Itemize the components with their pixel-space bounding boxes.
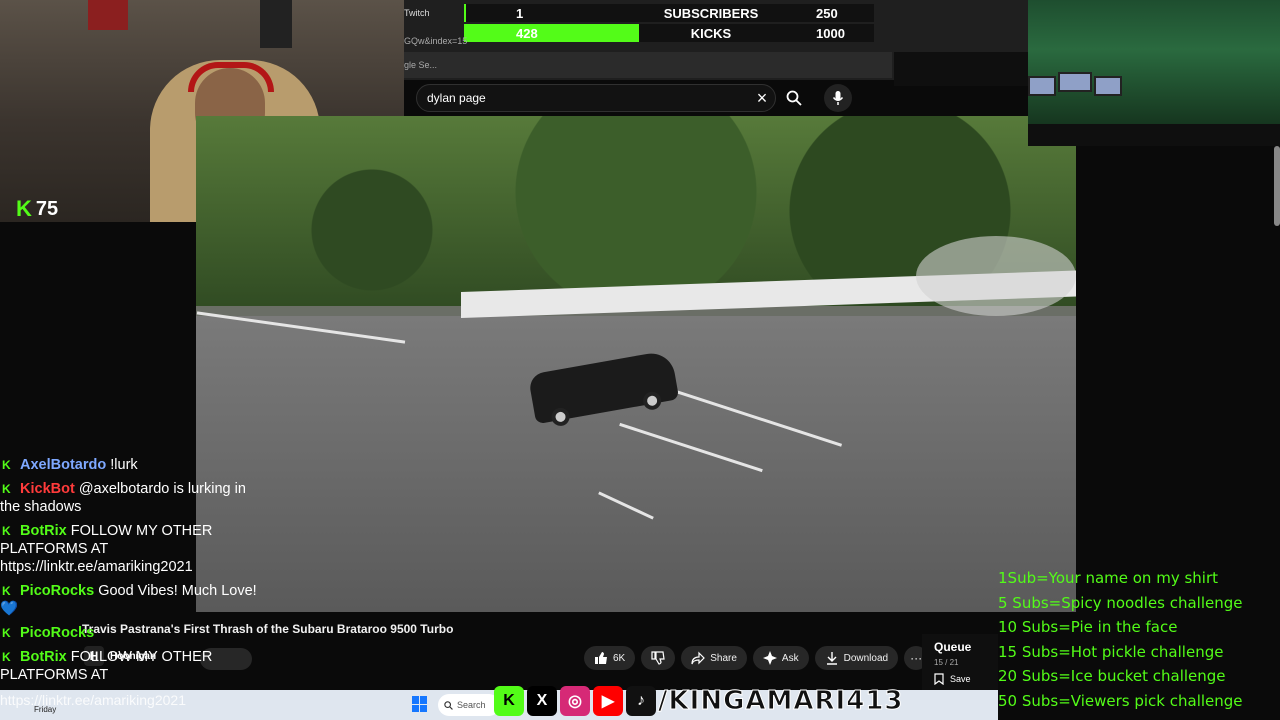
clear-icon[interactable]: × xyxy=(752,86,772,110)
taskbar-search[interactable]: Search xyxy=(438,694,500,716)
share-label: Share xyxy=(710,652,737,664)
browser-header: Twitch × + 1 SUBSCRIBERS 250 428 KICKS 1… xyxy=(404,0,1028,86)
kick-logo-icon: K xyxy=(494,686,524,716)
sparkle-icon xyxy=(762,651,777,665)
room-monitor xyxy=(1028,76,1056,96)
wall-poster xyxy=(260,0,292,48)
subscribers-label: SUBSCRIBERS xyxy=(663,5,759,21)
sub-goal-item: 50 Subs=Viewers pick challenge xyxy=(998,691,1243,710)
chat-message: K PicoRocks Good Vibes! Much Love! 💙 xyxy=(0,582,260,618)
queue-panel[interactable]: Queue 15 / 21 Save xyxy=(922,634,998,692)
room-monitor xyxy=(1058,72,1092,92)
kick-badge-icon: K xyxy=(2,524,11,538)
tab-twitch[interactable]: Twitch xyxy=(404,8,430,18)
thumbs-up-icon xyxy=(595,652,607,664)
download-label: Download xyxy=(843,652,889,664)
kick-badge-icon: K xyxy=(2,650,11,664)
kick-badge-icon: K xyxy=(2,458,11,472)
voice-search-button[interactable] xyxy=(824,84,852,112)
ask-button[interactable]: Ask xyxy=(752,646,809,670)
bookmark-icon xyxy=(934,673,944,685)
search-icon xyxy=(786,90,802,106)
video-actions: 6K Share Ask Download ··· xyxy=(584,646,929,670)
headset xyxy=(188,62,274,92)
kicks-label: KICKS xyxy=(690,25,732,41)
queue-save-label: Save xyxy=(950,674,971,684)
share-button[interactable]: Share xyxy=(681,646,747,670)
queue-save-button[interactable]: Save xyxy=(934,673,986,685)
streamer-handle: /KINGAMARI413 xyxy=(658,686,904,717)
download-icon xyxy=(826,652,837,665)
social-links: K X ◎ ▶ ♪ xyxy=(494,686,656,716)
share-icon xyxy=(691,651,706,665)
sub-goal-item: 1Sub=Your name on my shirt xyxy=(998,569,1219,587)
chat-username: KickBot xyxy=(20,481,75,497)
chat-text: !lurk xyxy=(110,457,138,473)
subscribers-goal: 1 SUBSCRIBERS 250 xyxy=(464,4,874,22)
chat-message: K PicoRocks xyxy=(0,624,260,642)
url-fragment: GQw&index=15 xyxy=(404,36,468,46)
kicks-goal-value: 1000 xyxy=(816,25,845,41)
viewer-count: K 75 xyxy=(16,196,58,222)
sub-goal-item: 20 Subs=Ice bucket challenge xyxy=(998,667,1226,686)
youtube-search[interactable] xyxy=(416,84,776,112)
kick-badge-icon: K xyxy=(2,482,11,496)
ask-label: Ask xyxy=(781,652,799,664)
subscribers-progress xyxy=(464,4,466,22)
sub-goal-item: 15 Subs=Hot pickle challenge xyxy=(998,642,1224,661)
kicks-current: 428 xyxy=(516,25,538,41)
kick-badge-icon: K xyxy=(2,584,11,598)
sub-goal-item: 10 Subs=Pie in the face xyxy=(998,618,1178,637)
search-fragment: gle Se... xyxy=(404,60,438,70)
chat-message: K BotRix FOLLOW MY OTHER PLATFORMS AT xyxy=(0,648,260,684)
kick-badge-icon: K xyxy=(2,626,11,640)
like-count: 6K xyxy=(613,652,626,664)
viewer-count-value: 75 xyxy=(35,197,59,220)
search-icon xyxy=(444,700,453,710)
stream-overlay: K 75 Twitch × + 1 SUBSCRIBERS 250 428 KI… xyxy=(0,0,1280,720)
instagram-icon: ◎ xyxy=(560,686,590,716)
like-button[interactable]: 6K xyxy=(584,646,636,670)
search-input[interactable] xyxy=(427,91,747,105)
room-camera xyxy=(1028,0,1280,124)
chat-message: K KickBot @axelbotardo is lurking in the … xyxy=(0,480,260,516)
download-button[interactable]: Download xyxy=(814,646,899,670)
tiktok-icon: ♪ xyxy=(626,686,656,716)
subscribers-current: 1 xyxy=(516,5,524,21)
microphone-icon xyxy=(832,91,844,105)
video-player[interactable] xyxy=(196,116,1076,612)
chat-message: K AxelBotardo !lurk xyxy=(0,456,260,474)
toolbar-area xyxy=(894,52,1028,86)
chat-username: PicoRocks xyxy=(20,583,95,599)
thumbs-down-icon xyxy=(651,651,665,665)
page-scrollbar[interactable] xyxy=(1274,146,1280,226)
dislike-button[interactable] xyxy=(641,646,676,670)
subscribers-goal-value: 250 xyxy=(816,5,838,21)
room-camera-footer xyxy=(1028,124,1280,146)
chat-link-overlap: https://linktr.ee/amariking2021 xyxy=(0,692,186,708)
x-logo-icon: X xyxy=(527,686,557,716)
taskbar-search-label: Search xyxy=(457,700,486,710)
chat-overlay: K AxelBotardo !lurk K KickBot @axelbotardo … xyxy=(0,456,260,720)
chat-message: K BotRix FOLLOW MY OTHER PLATFORMS AT htt… xyxy=(0,522,260,576)
windows-start-icon[interactable] xyxy=(412,696,428,712)
sub-goal-item: 5 Subs=Spicy noodles challenge xyxy=(998,593,1243,612)
chat-username: BotRix xyxy=(20,523,67,539)
chat-username: AxelBotardo xyxy=(20,457,107,473)
room-monitor xyxy=(1094,76,1122,96)
youtube-icon: ▶ xyxy=(593,686,623,716)
kicks-goal: 428 KICKS 1000 xyxy=(464,24,874,42)
chat-username: PicoRocks xyxy=(20,625,95,641)
address-bar[interactable] xyxy=(404,52,892,78)
sub-goals-list: 1Sub=Your name on my shirt 5 Subs=Spicy n… xyxy=(998,566,1280,720)
kick-logo-icon: K xyxy=(16,196,32,221)
chat-username: BotRix xyxy=(20,649,67,665)
flag-poster xyxy=(88,0,128,30)
search-button[interactable] xyxy=(780,84,808,112)
queue-title: Queue xyxy=(934,640,972,654)
queue-count: 15 / 21 xyxy=(934,658,959,667)
video-smoke xyxy=(916,236,1076,316)
